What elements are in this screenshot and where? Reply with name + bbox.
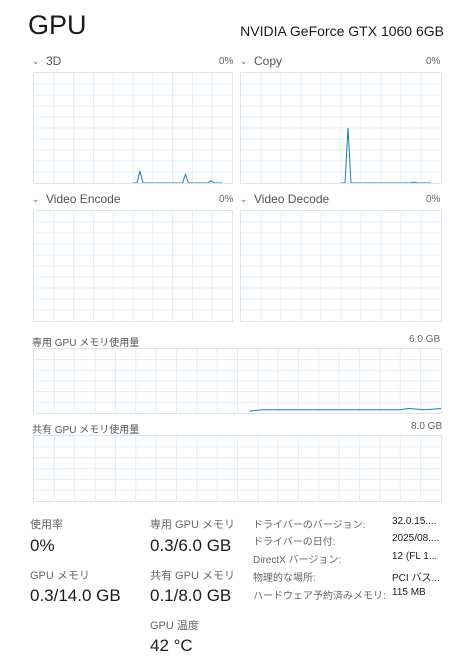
graph-video-decode bbox=[240, 210, 442, 322]
engine-value-video-decode: 0% bbox=[426, 194, 441, 205]
gpu-memory-label: GPU メモリ bbox=[30, 570, 90, 582]
property-value-physical-location: PCI バス... bbox=[392, 573, 440, 584]
graph-grid bbox=[241, 73, 441, 183]
page-title: GPU bbox=[28, 10, 87, 40]
graph-grid bbox=[34, 436, 441, 501]
chevron-down-icon[interactable]: ⌄ bbox=[32, 194, 42, 205]
gpu-temperature-value: 42 °C bbox=[150, 636, 193, 655]
dedicated-gpu-memory-label: 専用 GPU メモリ bbox=[150, 519, 235, 531]
shared-memory-label: 共有 GPU メモリ使用量 bbox=[32, 425, 140, 436]
engine-header-3d[interactable]: ⌄ 3D bbox=[32, 54, 61, 68]
dedicated-memory-max: 6.0 GB bbox=[409, 334, 441, 345]
engine-name-copy: Copy bbox=[254, 54, 283, 68]
engine-value-copy: 0% bbox=[426, 56, 441, 67]
engine-name-video-encode: Video Encode bbox=[46, 192, 121, 206]
graph-shared-memory bbox=[33, 435, 442, 502]
property-value-driver-date: 2025/08.... bbox=[392, 533, 440, 544]
gpu-temperature-label: GPU 温度 bbox=[150, 620, 199, 632]
gpu-memory-value: 0.3/14.0 GB bbox=[30, 586, 121, 605]
dedicated-memory-label: 専用 GPU メモリ使用量 bbox=[32, 338, 140, 349]
property-name-driver-date: ドライバーの日付: bbox=[253, 537, 336, 548]
property-name-driver-version: ドライバーのバージョン: bbox=[253, 520, 366, 531]
graph-video-encode bbox=[33, 210, 233, 322]
utilization-label: 使用率 bbox=[30, 519, 63, 531]
chevron-down-icon[interactable]: ⌄ bbox=[32, 56, 42, 67]
shared-gpu-memory-value: 0.1/8.0 GB bbox=[150, 586, 232, 605]
shared-memory-max: 8.0 GB bbox=[411, 421, 443, 432]
engine-name-3d: 3D bbox=[46, 54, 62, 68]
property-name-directx-version: DirectX バージョン: bbox=[253, 555, 342, 566]
property-name-hardware-reserved-memory: ハードウェア予約済みメモリ: bbox=[253, 591, 386, 602]
gpu-model-name: NVIDIA GeForce GTX 1060 6GB bbox=[240, 23, 444, 39]
graph-copy bbox=[240, 72, 442, 184]
engine-value-video-encode: 0% bbox=[219, 194, 234, 205]
graph-dedicated-memory bbox=[33, 348, 442, 414]
property-name-physical-location: 物理的な場所: bbox=[253, 573, 316, 584]
engine-header-video-decode[interactable]: ⌄ Video Decode bbox=[240, 192, 329, 206]
engine-header-video-encode[interactable]: ⌄ Video Encode bbox=[32, 192, 121, 206]
graph-grid bbox=[241, 211, 441, 321]
graph-grid bbox=[34, 349, 441, 413]
chevron-down-icon[interactable]: ⌄ bbox=[240, 56, 250, 67]
graph-grid bbox=[34, 73, 232, 183]
engine-value-3d: 0% bbox=[219, 56, 234, 67]
engine-header-copy[interactable]: ⌄ Copy bbox=[240, 54, 282, 68]
shared-gpu-memory-label: 共有 GPU メモリ bbox=[150, 570, 235, 582]
property-value-hardware-reserved-memory: 115 MB bbox=[392, 587, 426, 598]
property-value-driver-version: 32.0.15.... bbox=[392, 516, 437, 527]
activity-line bbox=[133, 170, 223, 183]
graph-3d bbox=[33, 72, 233, 184]
activity-line bbox=[341, 127, 431, 183]
chevron-down-icon[interactable]: ⌄ bbox=[240, 194, 250, 205]
property-value-directx-version: 12 (FL 1... bbox=[392, 551, 438, 562]
utilization-value: 0% bbox=[30, 536, 55, 555]
dedicated-gpu-memory-value: 0.3/6.0 GB bbox=[150, 536, 232, 555]
graph-grid bbox=[34, 211, 232, 321]
engine-name-video-decode: Video Decode bbox=[254, 192, 330, 206]
